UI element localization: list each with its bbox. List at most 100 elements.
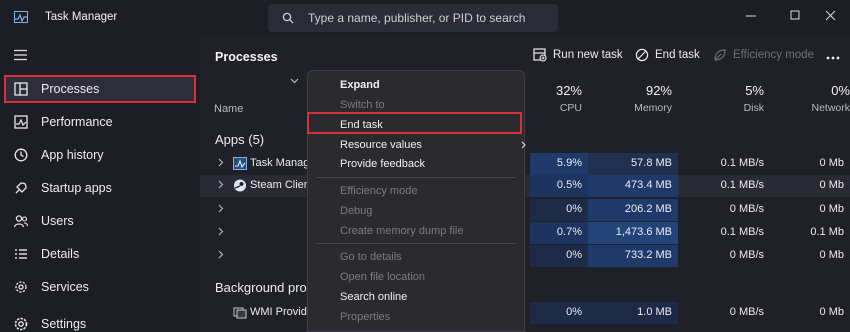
minimize-icon[interactable] [741, 6, 761, 26]
apps-section-header: Apps (5) [215, 132, 265, 147]
table-row[interactable]: 0% 206.2 MB 0 MB/s 0 Mb [200, 199, 850, 221]
network-cell: 0 Mb [819, 157, 844, 169]
cpu-cell: 0.7% [530, 222, 588, 244]
chevron-right-icon [521, 141, 526, 149]
column-name[interactable]: Name [214, 103, 243, 115]
search-placeholder: Type a name, publisher, or PID to search [308, 11, 526, 25]
memory-cell: 206.2 MB [588, 199, 678, 221]
network-cell: 0 Mb [819, 203, 844, 215]
menu-separator [316, 243, 516, 244]
sidebar-item-performance[interactable]: Performance [4, 108, 196, 136]
table-row[interactable]: Steam Client 0.5% 473.4 MB 0.1 MB/s 0 Mb [200, 175, 850, 197]
details-icon [15, 249, 27, 259]
menu-item-properties: Properties [340, 311, 391, 323]
users-icon [13, 215, 29, 228]
process-name: WMI Provide [250, 306, 313, 318]
memory-cell: 57.8 MB [588, 153, 678, 175]
cpu-cell: 0% [530, 199, 588, 221]
hamburger-menu-icon[interactable] [13, 49, 29, 61]
table-row[interactable]: 0.7% 1,473.6 MB 0.1 MB/s 0.1 Mb [200, 222, 850, 244]
more-options-icon[interactable] [826, 56, 840, 60]
column-network[interactable]: Network [780, 102, 850, 114]
sidebar-item-app-history[interactable]: App history [4, 141, 196, 169]
performance-icon [14, 115, 28, 129]
sidebar-item-label: Details [41, 247, 80, 261]
processes-panel: Processes Run new task End task Efficien… [200, 36, 850, 332]
disk-cell: 0 MB/s [729, 203, 764, 215]
wmi-provider-icon [233, 307, 247, 319]
settings-icon [14, 317, 28, 331]
cpu-cell: 0.5% [530, 175, 588, 197]
menu-item-label: Resource values [340, 139, 422, 151]
menu-item-open-file-location: Open file location [340, 271, 425, 283]
cpu-total: 32% [555, 83, 582, 98]
maximize-icon[interactable] [785, 6, 805, 26]
column-cpu[interactable]: CPU [530, 102, 582, 114]
memory-cell: 473.4 MB [588, 175, 678, 197]
search-box[interactable]: Type a name, publisher, or PID to search [268, 4, 558, 32]
steam-icon [234, 179, 246, 192]
sidebar-item-startup-apps[interactable]: Startup apps [4, 174, 196, 202]
close-icon[interactable] [821, 6, 841, 26]
network-cell: 0 Mb [819, 306, 844, 318]
task-manager-icon [233, 157, 247, 170]
chevron-down-icon[interactable] [290, 78, 299, 84]
menu-item-debug: Debug [340, 205, 373, 217]
disk-cell: 0.1 MB/s [720, 157, 764, 169]
memory-total: 92% [645, 83, 672, 98]
leaf-icon [714, 49, 726, 61]
disk-cell: 0.1 MB/s [720, 179, 764, 191]
table-row[interactable]: WMI Provide 0% 1.0 MB 0 MB/s 0 Mb [200, 302, 850, 324]
end-task-icon [635, 48, 649, 62]
table-row[interactable]: 0% 733.2 MB 0 MB/s 0 Mb [200, 245, 850, 267]
menu-item-efficiency-mode: Efficiency mode [340, 185, 418, 197]
menu-item-expand[interactable]: Expand [340, 79, 380, 91]
startup-apps-icon [15, 182, 27, 194]
process-name: Steam Client [250, 179, 313, 191]
column-memory[interactable]: Memory [600, 102, 672, 114]
search-icon [282, 12, 294, 24]
disk-cell: 0 MB/s [729, 249, 764, 261]
run-new-task-label: Run new task [553, 49, 623, 61]
sidebar-item-users[interactable]: Users [4, 207, 196, 235]
app-history-icon [14, 148, 28, 162]
sidebar-item-settings[interactable]: Settings [4, 310, 196, 332]
cpu-cell: 0% [530, 245, 588, 267]
chevron-right-icon[interactable] [218, 180, 224, 189]
efficiency-mode-label: Efficiency mode [733, 49, 814, 61]
sidebar-item-label: Users [41, 214, 74, 228]
cpu-cell: 5.9% [530, 153, 588, 175]
menu-item-provide-feedback[interactable]: Provide feedback [340, 158, 425, 170]
run-new-task-icon [533, 48, 547, 62]
sidebar-item-label: Services [41, 280, 89, 294]
task-manager-app-icon [14, 11, 28, 23]
sidebar-item-label: App history [41, 148, 104, 162]
sidebar-item-processes[interactable]: Processes [4, 75, 196, 103]
menu-item-resource-values[interactable]: Resource values [340, 139, 526, 151]
memory-cell: 733.2 MB [588, 245, 678, 267]
chevron-right-icon[interactable] [218, 158, 224, 167]
disk-total: 5% [745, 83, 764, 98]
sidebar-item-label: Settings [41, 317, 87, 331]
menu-separator [316, 177, 516, 178]
cpu-cell: 0% [530, 302, 588, 324]
sidebar-item-details[interactable]: Details [4, 240, 196, 268]
chevron-right-icon[interactable] [218, 204, 224, 213]
services-icon [15, 281, 27, 293]
sidebar-item-services[interactable]: Services [4, 273, 196, 301]
menu-item-search-online[interactable]: Search online [340, 291, 407, 303]
network-cell: 0.1 Mb [810, 226, 844, 238]
processes-icon [14, 82, 28, 96]
disk-cell: 0 MB/s [729, 306, 764, 318]
title-bar: Task Manager Type a name, publisher, or … [0, 0, 850, 36]
table-row[interactable]: Task Manage 5.9% 57.8 MB 0.1 MB/s 0 Mb [200, 153, 850, 175]
menu-item-go-to-details: Go to details [340, 251, 402, 263]
chevron-right-icon[interactable] [218, 227, 224, 236]
end-task-label: End task [655, 49, 700, 61]
sidebar-item-label: Startup apps [41, 181, 112, 195]
disk-cell: 0.1 MB/s [720, 226, 764, 238]
sidebar-item-label: Performance [41, 115, 113, 129]
chevron-right-icon[interactable] [218, 250, 224, 259]
column-disk[interactable]: Disk [690, 102, 764, 114]
memory-cell: 1,473.6 MB [588, 222, 678, 244]
